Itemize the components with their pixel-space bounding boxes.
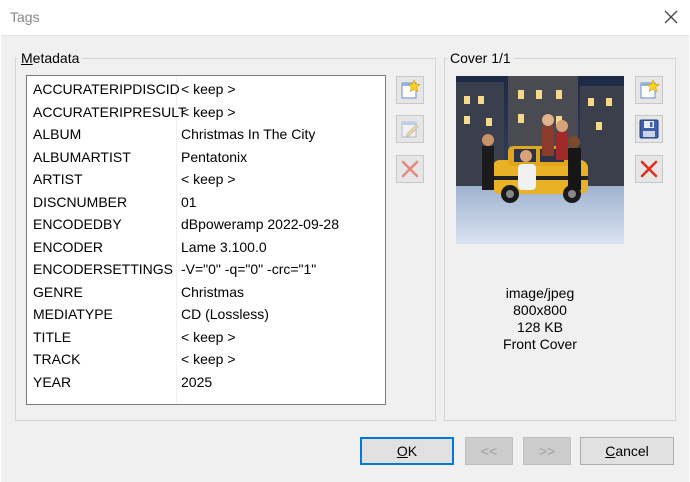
metadata-row[interactable]: GENRE Christmas: [27, 281, 385, 303]
tag-value: < keep >: [181, 171, 236, 187]
title-bar: Tags: [0, 0, 690, 35]
tag-value: dBpoweramp 2022-09-28: [181, 216, 339, 232]
metadata-row[interactable]: ENCODERSETTINGS -V="0" -q="0" -crc="1": [27, 258, 385, 280]
tag-key: DISCNUMBER: [33, 193, 128, 210]
metadata-group-label: Metadata: [18, 50, 83, 66]
window-title: Tags: [10, 9, 40, 25]
previous-button[interactable]: <<: [465, 437, 513, 465]
delete-tag-button[interactable]: [396, 155, 424, 183]
close-button[interactable]: [658, 4, 684, 30]
tag-key: GENRE: [33, 283, 83, 300]
metadata-row[interactable]: ACCURATERIPDISCID < keep >: [27, 78, 385, 100]
edit-tag-button[interactable]: [396, 115, 424, 143]
tag-key: TRACK: [33, 351, 81, 367]
tag-key: TITLE: [33, 328, 72, 345]
metadata-row[interactable]: ENCODEDBY dBpoweramp 2022-09-28: [27, 213, 385, 235]
tag-value: 01: [181, 193, 197, 210]
tag-key: YEAR: [33, 373, 72, 390]
tag-value: -V="0" -q="0" -crc="1": [181, 261, 317, 277]
tag-key: ALBUM: [33, 126, 82, 142]
cover-dimensions: 800x800: [513, 302, 567, 318]
tag-key: ARTIST: [33, 171, 83, 187]
cover-mime: image/jpeg: [505, 285, 575, 301]
tag-value: Christmas: [181, 283, 245, 300]
delete-x-icon: [401, 160, 419, 178]
tag-value: 2025: [181, 373, 213, 390]
cover-group-label: Cover 1/1: [447, 50, 514, 66]
tag-key: ALBUMARTIST: [33, 148, 131, 165]
new-star-icon: [640, 79, 660, 99]
tag-value: < keep >: [181, 351, 236, 367]
metadata-row[interactable]: DISCNUMBER 01: [27, 191, 385, 213]
tag-key: ACCURATERIPDISCID: [33, 81, 180, 97]
tag-key: MEDIATYPE: [33, 306, 113, 322]
new-cover-button[interactable]: [635, 76, 663, 104]
cover-type: Front Cover: [503, 336, 577, 352]
metadata-row[interactable]: ACCURATERIPRESULT < keep >: [27, 101, 385, 123]
new-star-icon: [401, 79, 421, 99]
metadata-row[interactable]: ALBUM Christmas In The City: [27, 123, 385, 145]
edit-icon: [401, 121, 419, 138]
metadata-row[interactable]: TRACK < keep >: [27, 348, 385, 370]
tag-key: ENCODERSETTINGS: [33, 261, 174, 277]
cancel-button[interactable]: Cancel: [580, 437, 674, 465]
metadata-row[interactable]: TITLE < keep >: [27, 326, 385, 348]
cover-size: 128 KB: [517, 319, 563, 335]
metadata-row[interactable]: MEDIATYPE CD (Lossless): [27, 303, 385, 325]
new-tag-button[interactable]: [396, 76, 424, 104]
metadata-row[interactable]: ALBUMARTIST Pentatonix: [27, 146, 385, 168]
tag-value: CD (Lossless): [181, 306, 269, 322]
metadata-row[interactable]: ENCODER Lame 3.100.0: [27, 236, 385, 258]
delete-cover-button[interactable]: [635, 155, 663, 183]
tag-value: Pentatonix: [181, 148, 248, 165]
cover-art-image: [456, 76, 624, 244]
next-button[interactable]: >>: [523, 437, 571, 465]
metadata-row[interactable]: ARTIST < keep >: [27, 168, 385, 190]
tag-value: Lame 3.100.0: [181, 238, 267, 255]
delete-x-icon: [640, 160, 658, 178]
metadata-row[interactable]: YEAR 2025: [27, 371, 385, 393]
tag-key: ACCURATERIPRESULT: [33, 103, 187, 120]
metadata-list[interactable]: ACCURATERIPDISCID < keep > ACCURATERIPRES…: [26, 75, 386, 405]
tag-key: ENCODER: [33, 238, 104, 255]
save-disk-icon: [639, 119, 659, 139]
tag-key: ENCODEDBY: [33, 216, 122, 232]
tag-value: < keep >: [181, 328, 236, 345]
ok-button[interactable]: OK: [360, 437, 454, 465]
close-icon: [664, 10, 678, 24]
save-cover-button[interactable]: [635, 115, 663, 143]
tag-value: Christmas In The City: [181, 126, 316, 142]
tag-value: < keep >: [181, 81, 236, 97]
tag-value: < keep >: [181, 103, 236, 120]
